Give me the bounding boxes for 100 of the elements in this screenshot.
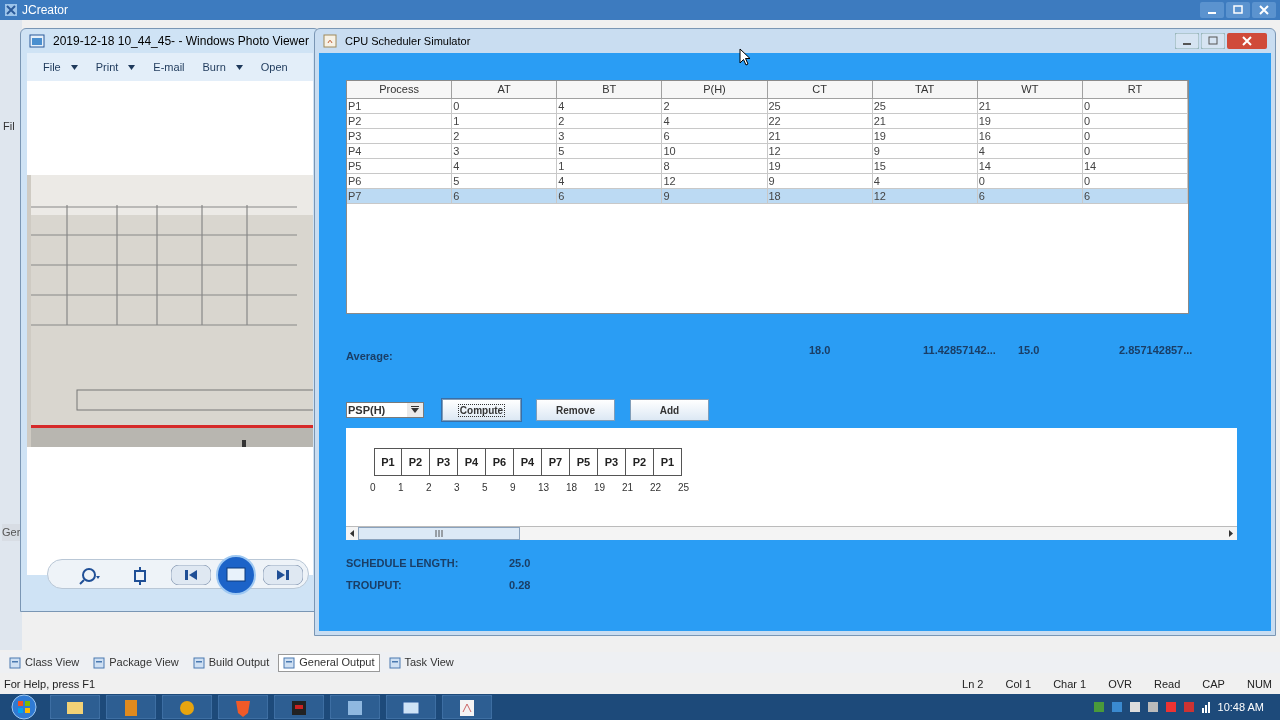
gantt-block: P1 (374, 448, 402, 476)
average-value: 15.0 (1018, 343, 1040, 358)
time-tick: 22 (650, 481, 662, 495)
dropdown-arrow-icon (128, 64, 136, 70)
menu-item[interactable]: Print (95, 58, 136, 76)
menu-label[interactable]: Fil (3, 118, 15, 135)
stat-label: TROUPUT: (346, 577, 403, 593)
gantt-block: P3 (598, 448, 626, 476)
table-row[interactable]: P3 2 3 6 21 19 16 0 (347, 129, 1188, 144)
minimize-icon[interactable] (1175, 33, 1199, 49)
add-button[interactable]: Add (630, 399, 709, 421)
panel-icon (9, 656, 21, 669)
column-header[interactable]: P(H) (662, 81, 768, 99)
table-cell: 9 (662, 189, 768, 204)
slideshow-icon[interactable] (216, 555, 256, 595)
stat-label: SCHEDULE LENGTH: (346, 556, 460, 571)
table-row[interactable]: P1 0 4 2 25 25 21 0 (347, 99, 1188, 114)
cursor-icon (739, 48, 751, 66)
previous-icon[interactable] (171, 565, 211, 585)
table-row[interactable]: P6 5 4 12 9 4 0 0 (347, 174, 1188, 189)
table-cell: 18 (767, 189, 873, 204)
gantt-block: P4 (458, 448, 486, 476)
close-icon[interactable] (1252, 2, 1276, 18)
table-cell: P7 (347, 189, 453, 204)
panel-icon (283, 656, 296, 669)
time-tick: 19 (594, 481, 606, 495)
table-cell: 12 (872, 189, 978, 204)
app-icon[interactable] (442, 695, 492, 719)
next-icon[interactable] (263, 565, 303, 585)
average-label: Average: (346, 349, 393, 364)
column-header[interactable]: BT (557, 81, 663, 99)
maximize-icon[interactable] (1226, 2, 1250, 18)
average-value: 18.0 (809, 343, 831, 358)
remove-button[interactable]: Remove (536, 399, 615, 421)
table-row[interactable]: P4 3 5 10 12 9 4 0 (347, 144, 1188, 159)
gantt-block: P4 (514, 448, 542, 476)
time-tick: 18 (566, 481, 578, 495)
table-row[interactable]: P7 6 6 9 18 12 6 6 (347, 189, 1188, 204)
panel-tab[interactable]: Build Output (187, 653, 275, 672)
column-header[interactable]: Process (347, 81, 453, 99)
panel-tab[interactable]: General Output (278, 653, 380, 672)
dropdown-arrow-icon (235, 64, 243, 70)
average-value: 2.857142857... (1119, 343, 1193, 358)
gantt-block: P2 (402, 448, 430, 476)
folder-icon[interactable] (50, 695, 100, 719)
tab-label[interactable]: Ger (2, 524, 21, 541)
minimize-icon[interactable] (1200, 2, 1224, 18)
algorithm-dropdown[interactable]: PSP(H) (346, 402, 424, 418)
status-item: Col 1 (1005, 676, 1032, 692)
scroll-thumb[interactable] (358, 527, 520, 540)
window-icon[interactable] (386, 695, 436, 719)
column-header[interactable]: CT (767, 81, 873, 99)
java-icon (323, 34, 337, 48)
app-icon[interactable] (274, 695, 324, 719)
app-icon[interactable] (162, 695, 212, 719)
menu-item[interactable]: Burn (202, 58, 243, 76)
panel-icon (93, 656, 106, 669)
window-title: CPU Scheduler Simulator (345, 33, 471, 49)
time-tick: 13 (538, 481, 550, 495)
compute-button[interactable]: Compute (442, 399, 521, 421)
status-item: OVR (1108, 676, 1132, 692)
gantt-block: P3 (430, 448, 458, 476)
panel-tab[interactable]: Package View (88, 653, 184, 672)
actual-size-icon[interactable] (131, 567, 149, 585)
column-header[interactable]: RT (1082, 81, 1188, 99)
column-header[interactable]: WT (977, 81, 1083, 99)
window-title: JCreator (22, 2, 68, 19)
column-header[interactable]: TAT (872, 81, 978, 99)
time-tick: 21 (622, 481, 634, 495)
table-row[interactable]: P5 4 1 8 19 15 14 14 (347, 159, 1188, 174)
table-row[interactable]: P2 1 2 4 22 21 19 0 (347, 114, 1188, 129)
tray-app-icon[interactable] (1129, 702, 1140, 712)
time-tick: 1 (398, 481, 404, 495)
signal-icon[interactable] (1201, 701, 1210, 713)
status-item: Ln 2 (962, 676, 984, 692)
panel-icon (192, 656, 205, 669)
gantt-block: P7 (542, 448, 570, 476)
time-tick: 3 (454, 481, 460, 495)
column-header[interactable]: AT (452, 81, 558, 99)
dropdown-arrow-icon (70, 64, 78, 70)
time-tick: 9 (510, 481, 516, 495)
gantt-block: P2 (626, 448, 654, 476)
app-icon[interactable] (106, 695, 156, 719)
status-item: Read (1154, 676, 1181, 692)
menu-item[interactable]: Open (260, 58, 288, 76)
stat-value: 25.0 (509, 556, 532, 571)
menu-item[interactable]: E-mail (153, 58, 185, 76)
panel-tab[interactable]: Task View (383, 653, 459, 672)
menu-item[interactable]: File (43, 58, 78, 76)
close-icon[interactable] (1227, 33, 1267, 49)
horizontal-scrollbar[interactable] (346, 526, 1237, 540)
panel-tab[interactable]: Class View (4, 653, 85, 672)
time-tick: 0 (370, 481, 376, 495)
zoom-icon[interactable] (77, 567, 101, 585)
time-tick: 25 (678, 481, 690, 495)
time-tick: 5 (482, 481, 488, 495)
app-icon (4, 3, 18, 17)
status-item: CAP (1202, 676, 1225, 692)
panel-icon (388, 656, 401, 669)
app-icon[interactable] (330, 695, 380, 719)
